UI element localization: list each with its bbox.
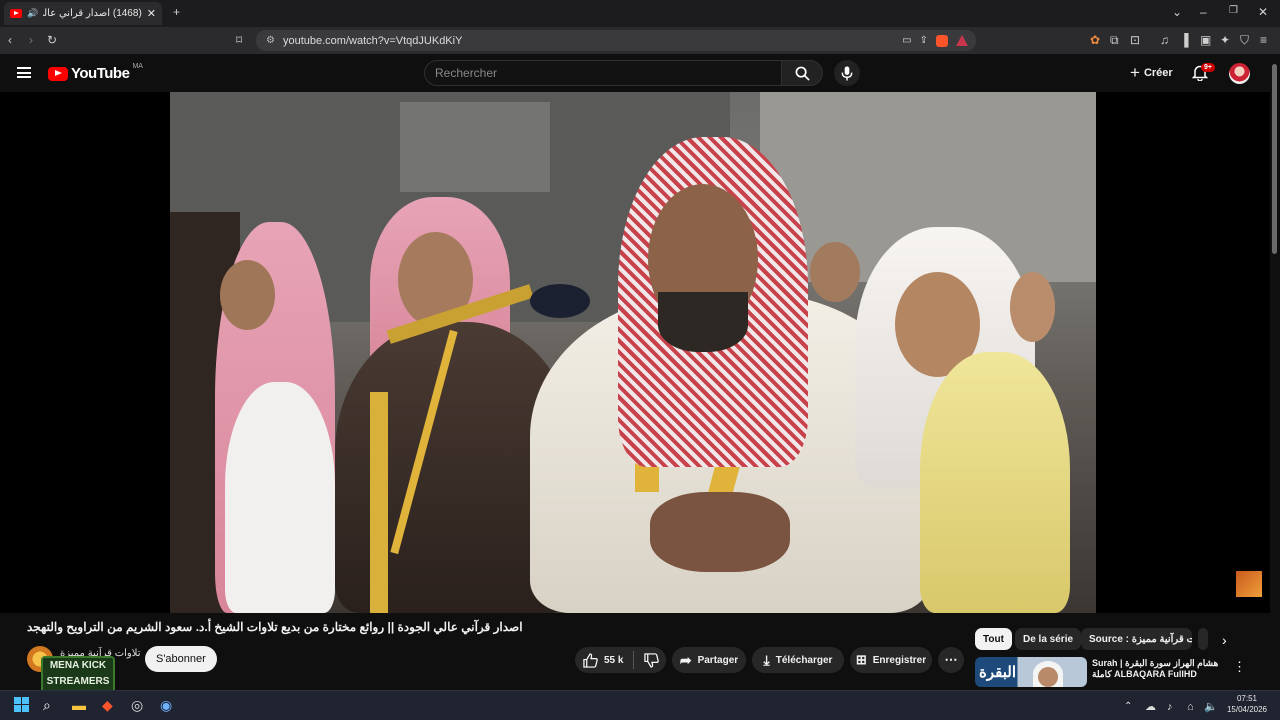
tray-cloud-icon[interactable]: ☁: [1145, 699, 1156, 715]
download-button[interactable]: ⤓ Télécharger: [752, 647, 844, 673]
minimize-icon[interactable]: –: [1200, 5, 1207, 19]
like-count[interactable]: 55 k: [604, 655, 623, 666]
screenshot-icon[interactable]: ⊡: [1130, 34, 1140, 46]
voice-search-button[interactable]: [834, 60, 860, 86]
chip-all[interactable]: Tout: [975, 628, 1012, 650]
mena-kick-streamers-overlay: MENA KICK STREAMERS: [41, 656, 115, 694]
chevron-right-icon[interactable]: ›: [1222, 632, 1227, 648]
overlay-line-1: MENA KICK: [49, 660, 107, 671]
windows-taskbar: [0, 690, 1280, 720]
browser-toolbar: ‹ › ↻ ⌑ ⚙ youtube.com/watch?v=VtqdJUKdKi…: [0, 27, 1280, 54]
search-input[interactable]: Rechercher: [424, 60, 782, 86]
wallet-icon[interactable]: ▣: [1200, 34, 1211, 46]
thumbs-down-icon[interactable]: [644, 652, 660, 668]
share-button[interactable]: ➦ Partager: [672, 647, 746, 673]
cast-icon[interactable]: ▭: [902, 35, 911, 46]
subscribe-button[interactable]: S'abonner: [145, 646, 217, 672]
brave-browser-icon[interactable]: ◆: [102, 697, 113, 713]
brave-rewards-icon[interactable]: [956, 35, 968, 46]
browser-tab-strip: 🔊 (1468) اصدار قرآني عالي الجود ✕ + ⌄ – …: [0, 0, 1280, 27]
notification-badge: 9+: [1201, 63, 1215, 72]
more-actions-button[interactable]: ⋯: [938, 647, 964, 673]
clock-date: 15/04/2026: [1226, 705, 1268, 714]
thumbs-up-icon[interactable]: [583, 652, 598, 668]
leo-ai-icon[interactable]: ✦: [1220, 34, 1230, 46]
restore-icon[interactable]: ❐: [1229, 5, 1238, 16]
media-icon[interactable]: ♫: [1160, 34, 1169, 46]
forward-icon[interactable]: ›: [29, 34, 33, 46]
brave-shield-icon[interactable]: [936, 34, 948, 47]
download-label: Télécharger: [775, 654, 833, 666]
back-icon[interactable]: ‹: [8, 34, 12, 46]
share-arrow-icon: ➦: [679, 651, 692, 668]
video-title: اصدار قرآني عالي الجودة || روائع مختارة …: [27, 620, 523, 634]
youtube-logo[interactable]: YouTube MA: [48, 63, 143, 82]
recommendation-thumbnail[interactable]: البقرة: [975, 657, 1087, 687]
taskbar-clock[interactable]: 07:51 15/04/2026: [1222, 693, 1272, 715]
country-code: MA: [132, 63, 143, 70]
url-text: youtube.com/watch?v=VtqdJUKdKiY: [282, 34, 463, 47]
share-icon[interactable]: ⇪: [920, 35, 928, 46]
chip-source[interactable]: Source : تلاوات قرآنية مميزة: [1081, 628, 1192, 650]
page-scrollbar[interactable]: [1272, 64, 1277, 254]
search-icon: [795, 66, 810, 81]
tray-network-icon[interactable]: ⌂: [1187, 699, 1194, 715]
like-dislike-group: 55 k: [575, 647, 666, 673]
tab-search-icon[interactable]: ⌄: [1172, 5, 1182, 19]
tray-mic-icon[interactable]: ♪: [1167, 699, 1173, 715]
avatar[interactable]: [1229, 63, 1250, 84]
tray-chevron-icon[interactable]: ⌃: [1124, 699, 1132, 715]
recommendation-title[interactable]: Surah | هشام الهراز سورة البقرة كاملة AL…: [1092, 658, 1222, 680]
bookmark-icon[interactable]: ⌑: [236, 34, 242, 46]
tab-title: (1468) اصدار قرآني عالي الجود: [43, 8, 142, 19]
video-frame[interactable]: [170, 92, 1096, 613]
clock-time: 07:51: [1236, 694, 1258, 703]
channel-watermark-icon[interactable]: [1236, 571, 1262, 597]
search-button[interactable]: [781, 60, 823, 86]
thumbnail-text: البقرة: [979, 664, 1016, 681]
tab-close-icon[interactable]: ✕: [147, 7, 156, 20]
recommendation-menu-icon[interactable]: ⋮: [1233, 659, 1246, 675]
reload-icon[interactable]: ↻: [47, 34, 57, 46]
site-settings-icon[interactable]: ⚙: [266, 35, 275, 46]
overlay-line-2: STREAMERS: [46, 676, 110, 687]
save-icon: ⊞: [855, 652, 867, 667]
mic-icon: [841, 65, 853, 81]
browser-tab[interactable]: 🔊 (1468) اصدار قرآني عالي الجود ✕: [4, 2, 162, 25]
save-label: Enregistrer: [872, 654, 927, 666]
obs-icon[interactable]: ◎: [131, 697, 143, 713]
taskbar-search-icon[interactable]: ⌕: [43, 697, 51, 713]
share-label: Partager: [697, 654, 739, 666]
hamburger-icon[interactable]: [17, 67, 31, 78]
browser-menu-icon[interactable]: ≡: [1260, 34, 1267, 46]
chip-overflow[interactable]: [1198, 628, 1208, 650]
steam-icon[interactable]: ◉: [160, 697, 172, 713]
window-close-icon[interactable]: ✕: [1258, 5, 1268, 19]
vpn-icon[interactable]: ⛉: [1240, 34, 1249, 46]
chip-series[interactable]: De la série: [1015, 628, 1082, 650]
youtube-header: YouTube MA Rechercher + Créer 9+: [0, 54, 1280, 92]
youtube-play-icon: [48, 66, 68, 81]
extension-icon[interactable]: ✿: [1090, 34, 1100, 46]
extensions-puzzle-icon[interactable]: ⧉: [1110, 34, 1119, 46]
save-button[interactable]: ⊞ Enregistrer: [850, 647, 932, 673]
start-icon[interactable]: [14, 697, 29, 712]
sidebar-icon[interactable]: ▐: [1180, 34, 1189, 46]
video-player[interactable]: [0, 92, 1270, 613]
plus-icon: +: [1130, 63, 1140, 82]
new-tab-button[interactable]: +: [173, 5, 180, 19]
tray-volume-icon[interactable]: 🔈: [1204, 699, 1218, 715]
more-icon: ⋯: [944, 652, 958, 667]
create-label: Créer: [1143, 67, 1173, 79]
youtube-favicon-icon: [10, 9, 22, 18]
logo-text: YouTube: [71, 65, 130, 82]
address-bar[interactable]: ⚙ youtube.com/watch?v=VtqdJUKdKiY ▭ ⇪: [256, 30, 976, 51]
file-explorer-icon[interactable]: ▬: [72, 697, 86, 713]
create-button[interactable]: + Créer: [1122, 62, 1181, 84]
download-icon: ⤓: [763, 651, 770, 668]
speaker-icon[interactable]: 🔊: [27, 8, 38, 19]
